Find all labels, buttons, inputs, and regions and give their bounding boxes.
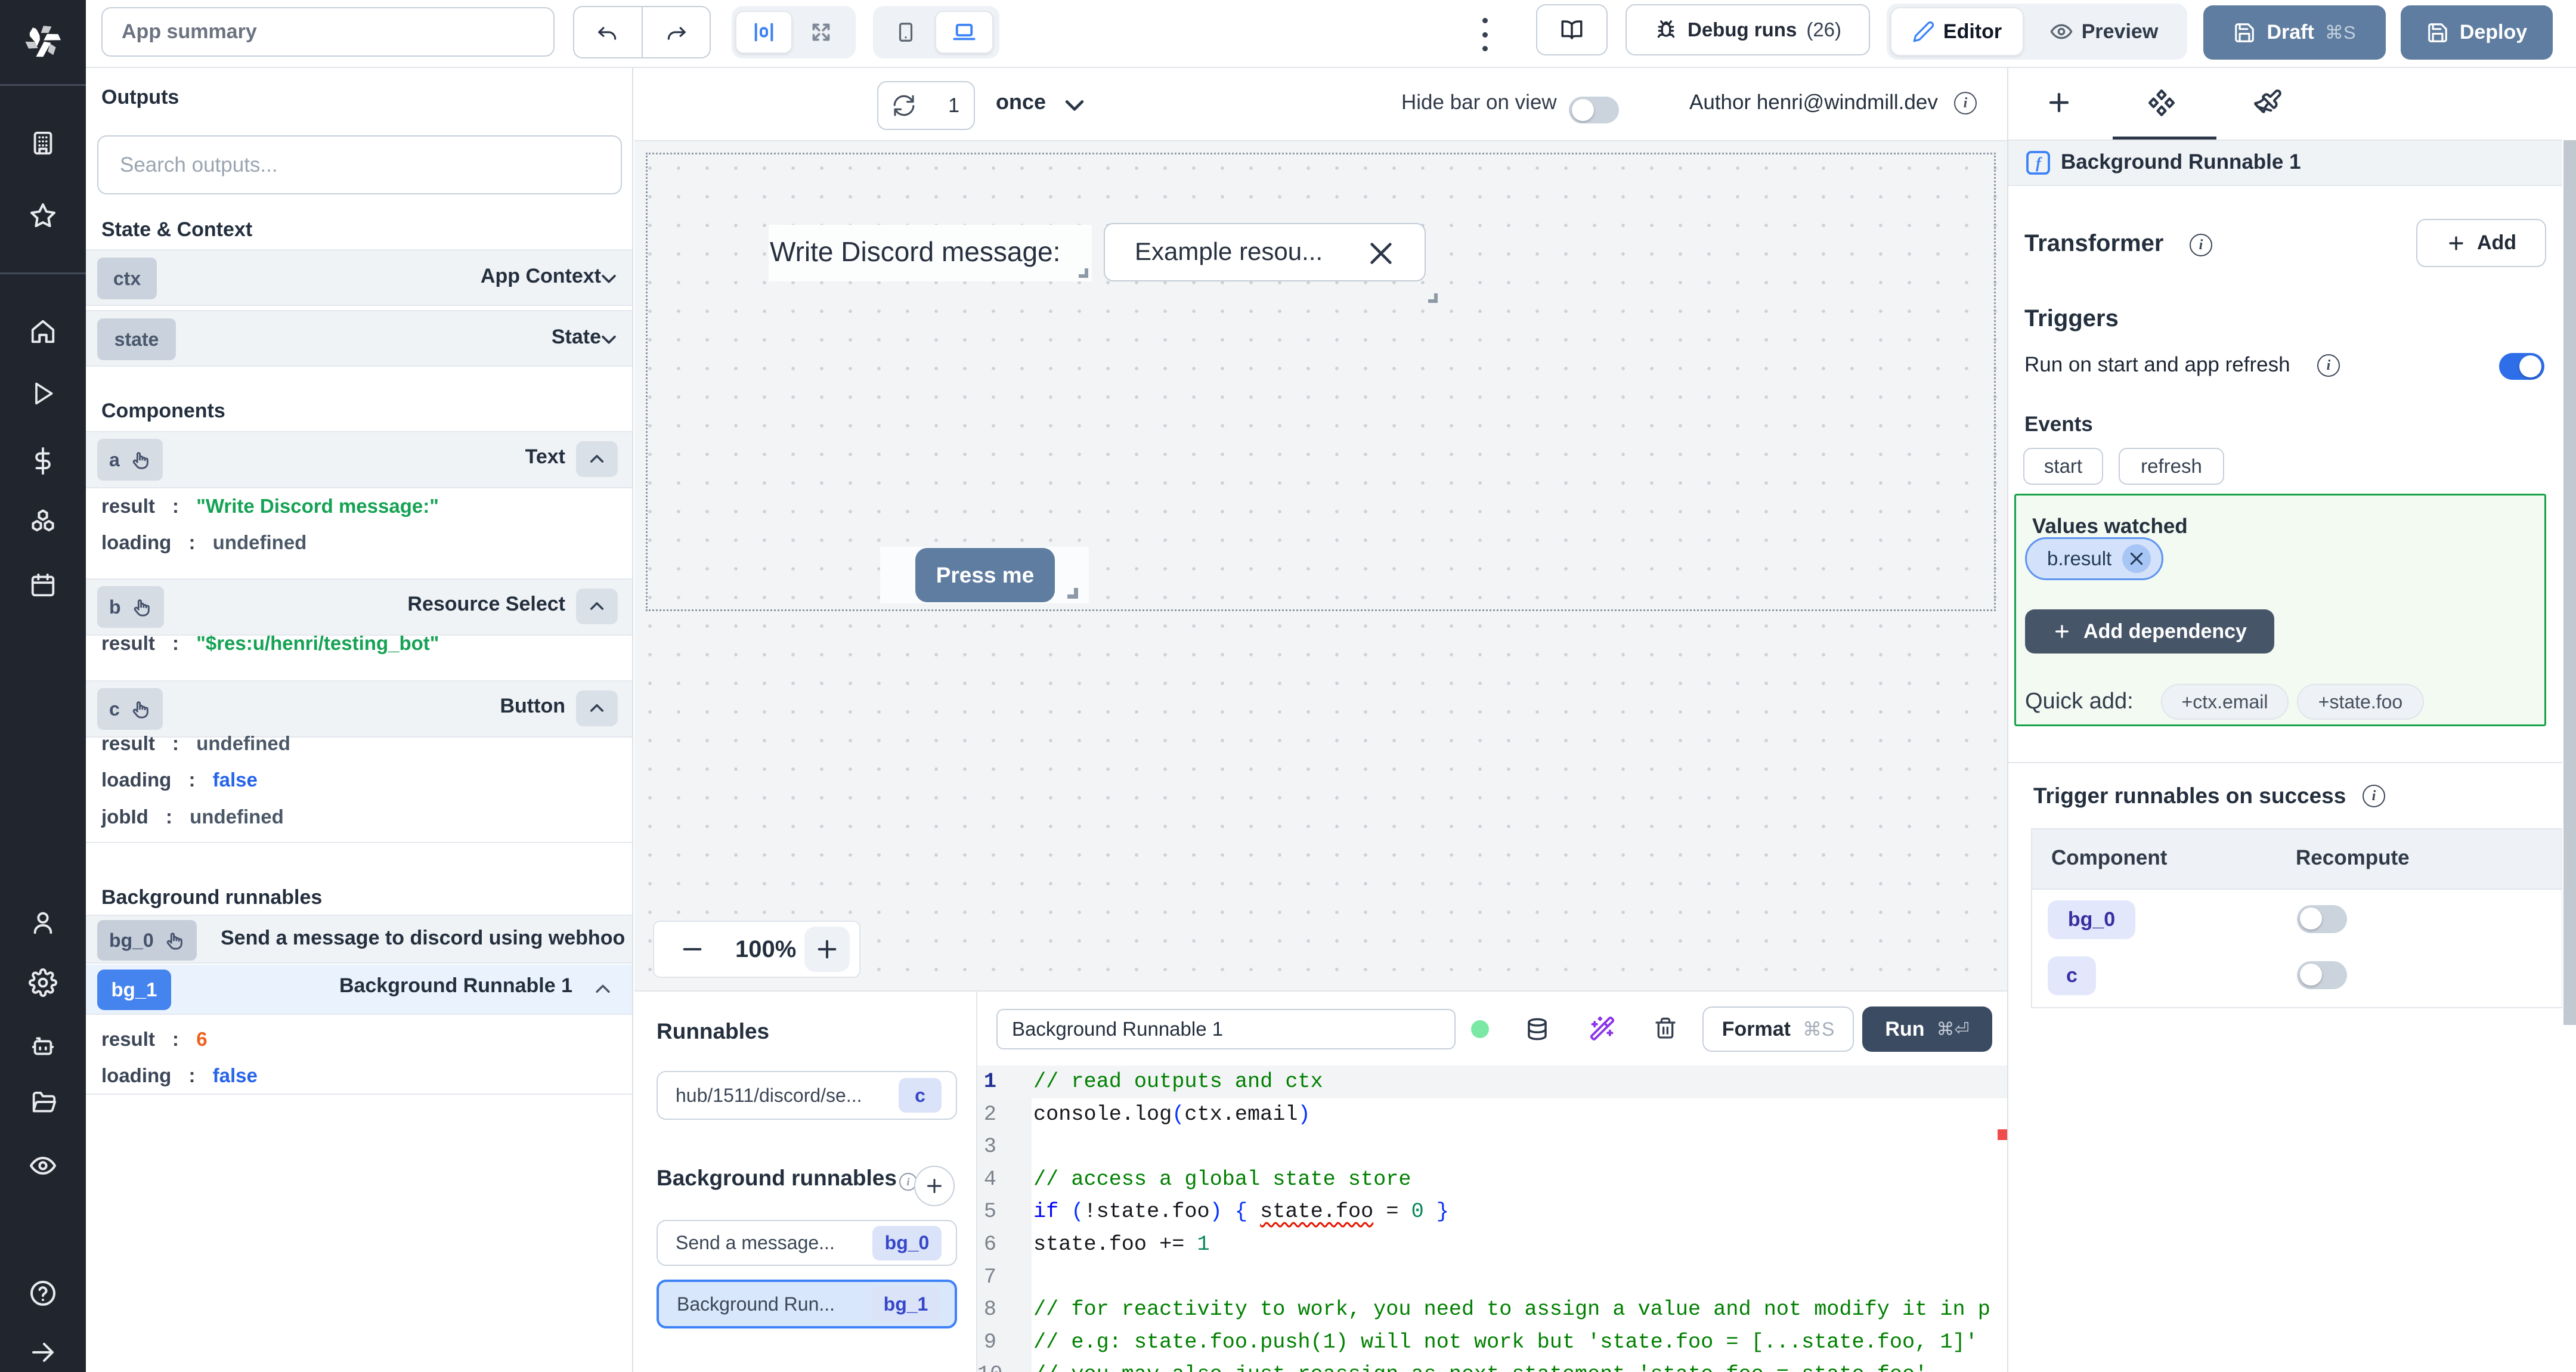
- svg-text:f: f: [2036, 154, 2042, 172]
